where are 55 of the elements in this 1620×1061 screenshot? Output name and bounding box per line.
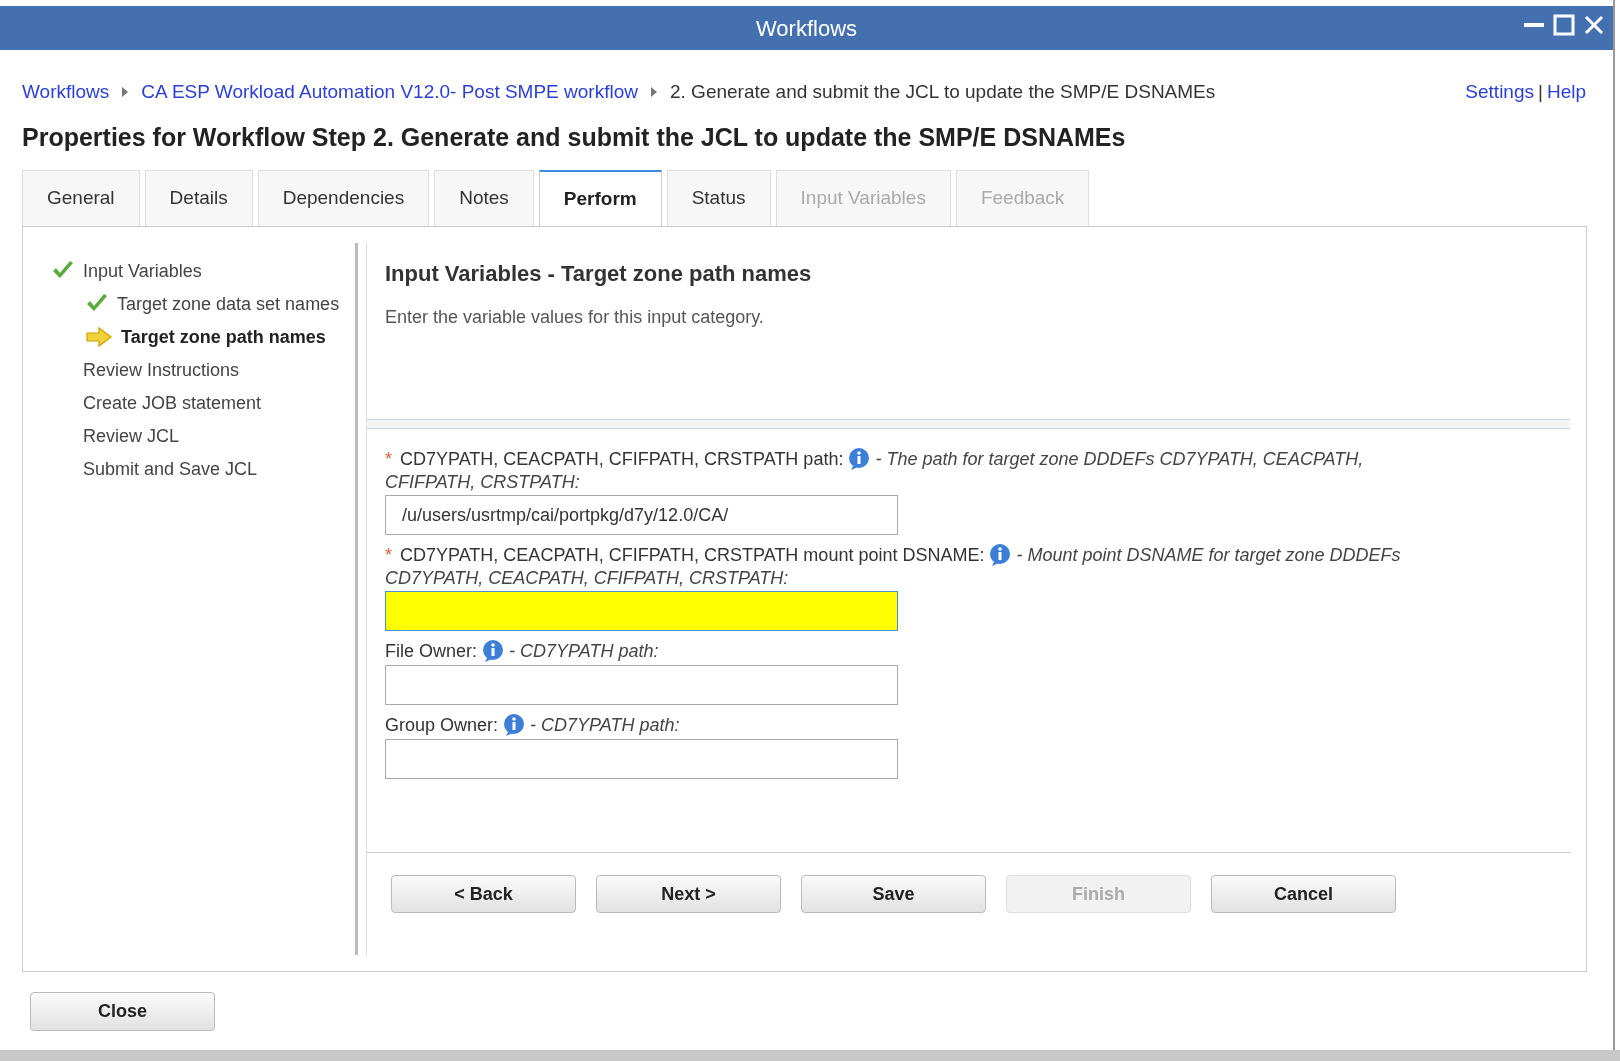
required-mark: *: [385, 448, 392, 470]
breadcrumb-link[interactable]: Workflows: [22, 78, 110, 107]
tab[interactable]: Status: [666, 170, 771, 226]
step-item[interactable]: Create JOB statement: [83, 392, 262, 415]
field-description: - CD7YPATH path:: [509, 640, 659, 662]
field-label: File Owner:: [385, 640, 478, 662]
step-item[interactable]: Submit and Save JCL: [83, 458, 258, 481]
separator: |: [1538, 80, 1543, 104]
step-item[interactable]: Input Variables: [83, 260, 202, 283]
field-description: - CD7YPATH path:: [530, 714, 680, 736]
window-title: Workflows: [755, 14, 858, 43]
input-field[interactable]: [385, 591, 898, 631]
step-item[interactable]: Target zone data set names: [117, 293, 340, 316]
action-button[interactable]: < Back: [391, 875, 576, 913]
panel-title: Input Variables - Target zone path names: [385, 260, 813, 288]
input-field[interactable]: [385, 665, 898, 705]
header-link[interactable]: Help: [1546, 78, 1586, 107]
input-field[interactable]: [385, 739, 898, 779]
step-item[interactable]: Review JCL: [83, 425, 180, 448]
tab[interactable]: Notes: [434, 170, 534, 226]
action-button[interactable]: Next >: [596, 875, 781, 913]
info-icon[interactable]: [481, 639, 506, 663]
checkmark-icon: [85, 293, 109, 313]
chevron-icon: [650, 86, 658, 99]
instructions-text: Enter the variable values for this input category.: [385, 306, 765, 329]
header-link[interactable]: Settings: [1465, 78, 1534, 107]
chevron-icon: [121, 86, 130, 99]
field-description: - The path for target zone DDDEFs CD7YPATH, CEACPATH,: [875, 448, 1364, 470]
tab[interactable]: Dependencies: [257, 170, 430, 226]
step-item[interactable]: Review Instructions: [83, 359, 240, 382]
info-icon[interactable]: [502, 713, 527, 737]
close-button[interactable]: Close: [30, 992, 215, 1031]
field-description: CFIFPATH, CRSTPATH:: [385, 471, 580, 493]
input-field[interactable]: /u/users/usrtmp/cai/portpkg/d7y/12.0/CA/: [385, 495, 898, 535]
field-label: Group Owner:: [385, 714, 499, 736]
tab[interactable]: Details: [144, 170, 253, 226]
info-icon[interactable]: [847, 447, 872, 471]
info-icon[interactable]: [988, 543, 1013, 567]
field-description: CD7YPATH, CEACPATH, CFIFPATH, CRSTPATH:: [385, 567, 789, 589]
field-label: CD7YPATH, CEACPATH, CFIFPATH, CRSTPATH mount point DSNAME:: [400, 544, 985, 566]
breadcrumb-current: 2. Generate and submit the JCL to update the SMP/E DSNAMEs: [670, 80, 1216, 104]
tab[interactable]: Perform: [538, 170, 662, 226]
field-description: - Mount point DSNAME for target zone DDDEFs: [1016, 544, 1401, 566]
breadcrumb-link[interactable]: CA ESP Workload Automation V12.0- Post SMPE workflow: [141, 78, 638, 107]
arrow-icon: [85, 326, 113, 348]
checkmark-icon: [51, 260, 75, 280]
action-button[interactable]: Cancel: [1211, 875, 1396, 913]
action-button[interactable]: Save: [801, 875, 986, 913]
field-label: CD7YPATH, CEACPATH, CFIFPATH, CRSTPATH path:: [400, 448, 844, 470]
tab[interactable]: General: [22, 170, 140, 226]
step-item[interactable]: Target zone path names: [121, 326, 326, 349]
required-mark: *: [385, 544, 392, 566]
close-icon[interactable]: [1583, 14, 1605, 36]
page-heading: Properties for Workflow Step 2. Generate and submit the JCL to update the SMP/E DSNAMEs: [21, 121, 1127, 153]
maximize-icon[interactable]: [1553, 14, 1575, 36]
